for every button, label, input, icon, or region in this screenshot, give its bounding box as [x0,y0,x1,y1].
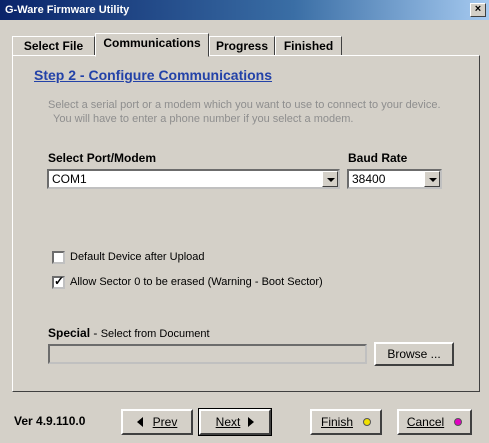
baud-value: 38400 [352,172,386,186]
port-label: Select Port/Modem [48,151,157,165]
special-label: Special [48,326,91,340]
tab-label: Finished [283,39,334,53]
description-line-2: You will have to enter a phone number if… [53,113,354,125]
chevron-down-icon [327,178,335,182]
cancel-button[interactable]: Cancel [397,409,472,435]
port-dropdown-button[interactable] [322,171,338,187]
baud-label: Baud Rate [348,151,408,165]
right-triangle-icon [248,417,255,427]
description-line-1: Select a serial port or a modem which yo… [48,99,441,111]
magenta-dot-icon [454,418,463,426]
tab-select-file[interactable]: Select File [12,36,95,56]
cancel-label: Cancel [406,415,445,429]
special-field[interactable] [48,344,367,364]
browse-label: Browse ... [387,347,441,361]
title-bar: G-Ware Firmware Utility × [0,0,489,20]
tab-label: Progress [215,39,269,53]
baud-dropdown-button[interactable] [424,171,440,187]
step-description: Select a serial port or a modem which yo… [48,98,468,126]
tab-finished[interactable]: Finished [275,36,342,56]
allow-sector0-checkbox[interactable]: ✓ [52,274,65,289]
special-label-row: Special - Select from Document [48,326,210,340]
prev-label: Prev [152,415,178,429]
option-allow-sector0[interactable]: ✓ Allow Sector 0 to be erased (Warning -… [52,275,392,291]
finish-label: Finish [320,415,353,429]
close-icon: × [474,3,482,15]
tab-label: Select File [23,39,84,53]
default-device-checkbox[interactable] [52,251,65,264]
next-label: Next [215,415,241,429]
chevron-down-icon [429,178,437,182]
window-title: G-Ware Firmware Utility [5,4,130,16]
yellow-dot-icon [363,418,371,426]
next-button[interactable]: Next [198,408,272,436]
finish-button[interactable]: Finish [310,409,382,435]
version-label: Ver 4.9.110.0 [14,414,86,428]
checkmark-icon: ✓ [54,274,65,288]
tab-progress[interactable]: Progress [209,36,275,56]
page-title: Step 2 - Configure Communications [34,67,273,83]
baud-select[interactable]: 38400 [347,169,442,189]
option-default-device[interactable]: Default Device after Upload [52,250,352,266]
tab-label: Communications [103,36,201,50]
port-select[interactable]: COM1 [47,169,340,189]
default-device-label: Default Device after Upload [70,251,205,263]
special-hint: Select from Document [100,328,210,340]
left-triangle-icon [136,417,143,427]
browse-button[interactable]: Browse ... [374,342,454,366]
prev-button[interactable]: Prev [121,409,193,435]
port-value: COM1 [52,172,87,186]
special-separator: - [90,326,101,340]
close-button[interactable]: × [470,3,486,17]
allow-sector0-label: Allow Sector 0 to be erased (Warning - B… [70,276,323,288]
tab-communications[interactable]: Communications [95,33,209,57]
